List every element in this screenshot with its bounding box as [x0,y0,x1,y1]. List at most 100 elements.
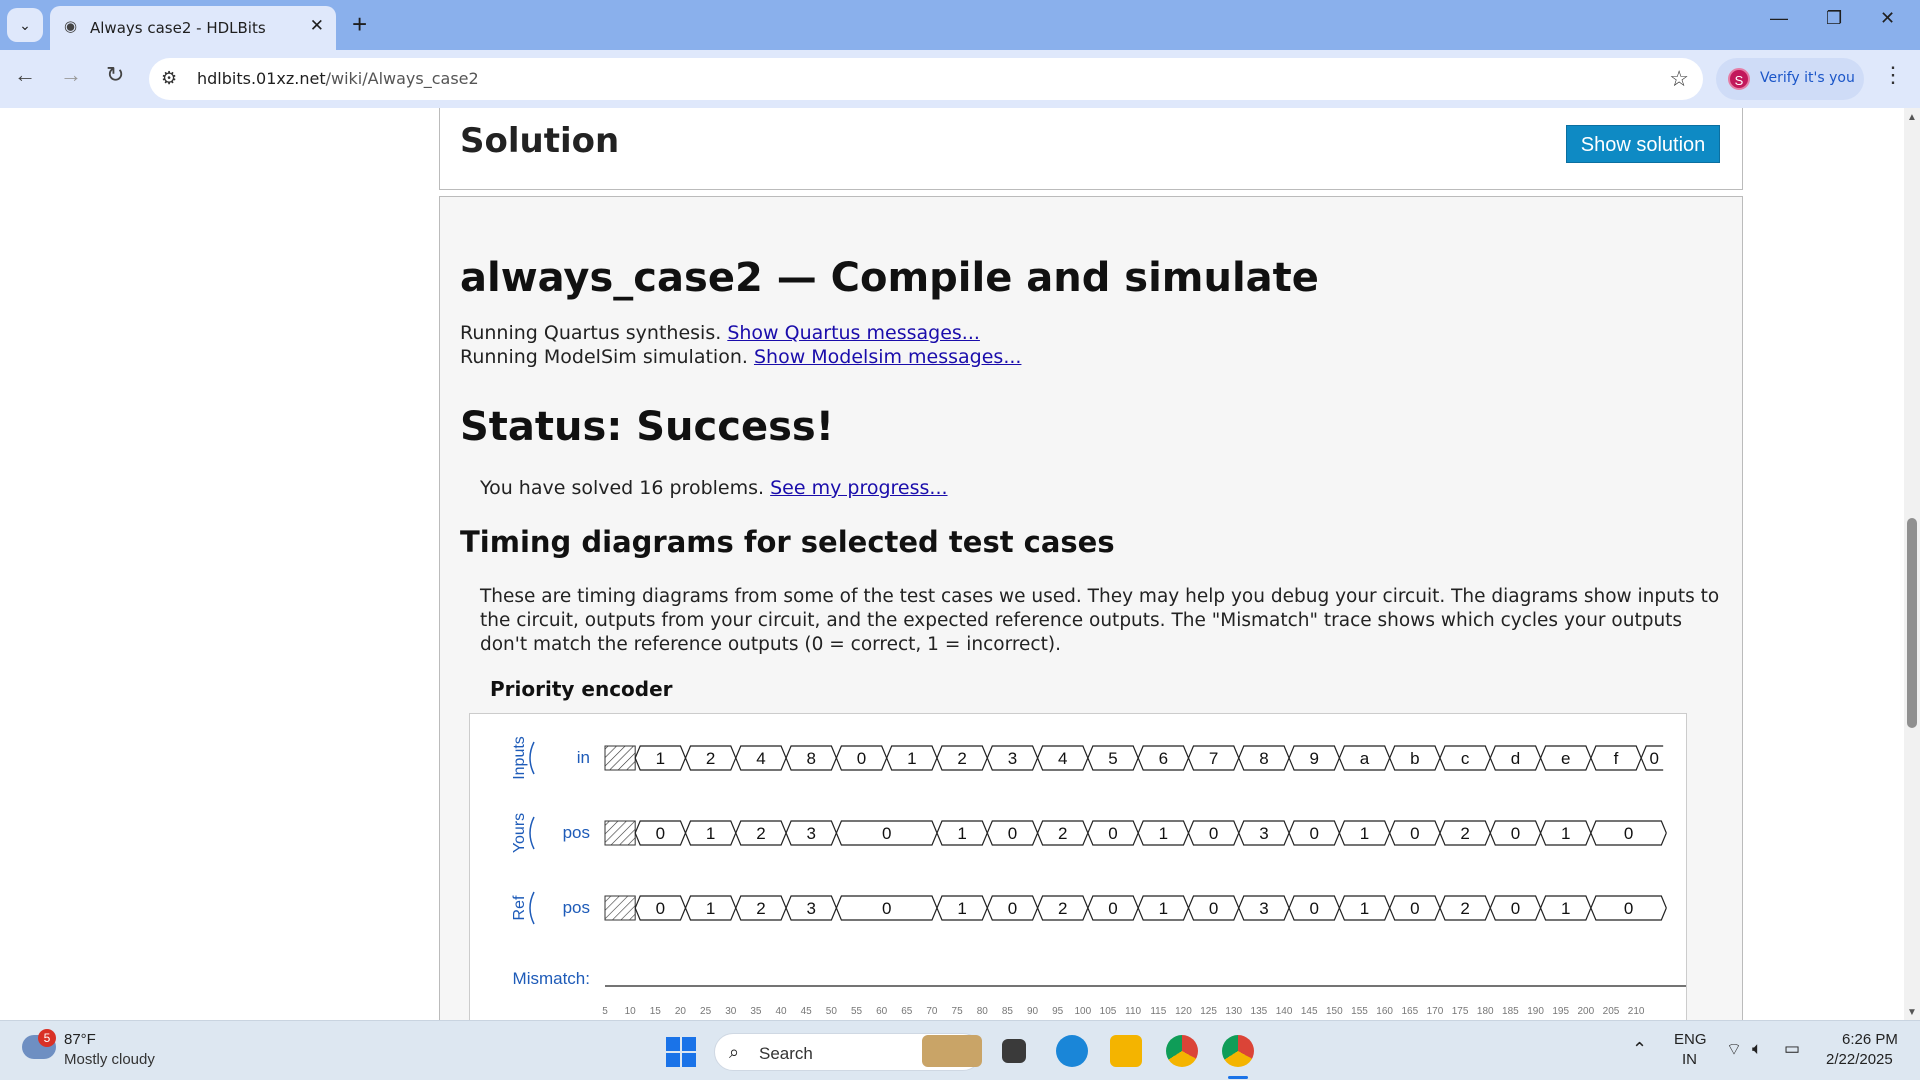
battery-icon[interactable]: ▭ [1784,1039,1800,1059]
time-tick-label: 210 [1628,1006,1645,1017]
waveform-value: e [1561,749,1570,768]
waveform-value: a [1360,749,1370,768]
edge-icon[interactable] [1056,1035,1088,1067]
time-tick-label: 200 [1578,1006,1595,1017]
time-tick-label: 155 [1351,1006,1368,1017]
waveform-value: 0 [1410,824,1419,843]
address-bar[interactable]: ⚙ hdlbits.01xz.net/wiki/Always_case2 ☆ [149,58,1703,100]
quartus-line: Running Quartus synthesis. Show Quartus … [460,322,980,344]
chevron-up-icon[interactable]: ⌃ [1632,1039,1647,1060]
weather-desc[interactable]: Mostly cloudy [64,1051,155,1068]
lang-bottom[interactable]: IN [1682,1051,1697,1068]
waveform-value: 3 [1008,749,1017,768]
timing-paragraph: These are timing diagrams from some of t… [480,586,1720,655]
forward-icon[interactable]: → [60,63,82,87]
waveform-value: 0 [656,899,665,918]
lang-top[interactable]: ENG [1674,1031,1707,1048]
time-tick-label: 185 [1502,1006,1519,1017]
waveform-value: 0 [1511,899,1520,918]
timing-svg: Inputs in 1 2 4 8 0 1 2 3 4 5 6 7 8 9 a b c d e f 0Yours pos 0 1 2… [511,736,1702,1017]
modelsim-link[interactable]: Show Modelsim messages... [754,346,1021,368]
time-tick-label: 100 [1075,1006,1092,1017]
time-tick-label: 150 [1326,1006,1343,1017]
restore-icon[interactable]: ❐ [1826,8,1842,29]
time-tick-label: 20 [675,1006,687,1017]
time-tick-label: 125 [1200,1006,1217,1017]
waveform-value: 2 [1058,899,1067,918]
waveform-value: 0 [1209,899,1218,918]
time-tick-label: 145 [1301,1006,1318,1017]
modelsim-text: Running ModelSim simulation. [460,346,748,368]
globe-icon: ◉ [64,18,78,35]
minimize-icon[interactable]: — [1770,8,1788,29]
time-tick-label: 170 [1427,1006,1444,1017]
waveform-value: 1 [957,899,966,918]
new-tab-button[interactable]: + [352,9,367,39]
close-icon[interactable]: ✕ [310,16,324,36]
url-host: hdlbits.01xz.net [197,69,326,88]
time-tick-label: 175 [1452,1006,1469,1017]
volume-icon[interactable]: 🔈︎ [1752,1039,1762,1059]
time-tick-label: 40 [775,1006,787,1017]
clock-date[interactable]: 2/22/2025 [1826,1051,1893,1068]
menu-icon[interactable]: ⋮ [1882,62,1904,88]
tab-active[interactable]: ◉ Always case2 - HDLBits ✕ [50,6,336,50]
waveform-value: d [1511,749,1520,768]
time-tick-label: 30 [725,1006,737,1017]
time-tick-label: 115 [1150,1006,1166,1017]
waveform-value: 2 [756,899,765,918]
reload-icon[interactable]: ↻ [106,63,124,87]
waveform-value: 9 [1309,749,1318,768]
waveform-value: 0 [1008,899,1017,918]
waveform-value: 1 [1159,899,1168,918]
tab-search-button[interactable]: ⌄ [7,8,43,42]
quartus-link[interactable]: Show Quartus messages... [727,322,980,344]
tab-title: Always case2 - HDLBits [90,19,266,37]
scroll-down-icon[interactable]: ▼ [1907,1007,1917,1018]
windows-start-icon[interactable] [666,1037,696,1067]
tab-strip: ⌄ ◉ Always case2 - HDLBits ✕ + — ❐ ✕ [0,0,1920,50]
weather-badge: 5 [38,1029,56,1047]
time-tick-label: 25 [700,1006,712,1017]
time-tick-label: 160 [1376,1006,1393,1017]
task-view-icon[interactable] [1002,1039,1026,1063]
waveform-value: 1 [907,749,916,768]
url-text[interactable]: hdlbits.01xz.net/wiki/Always_case2 [197,69,479,88]
wifi-icon[interactable]: ⌔ [1726,1039,1742,1060]
waveform-value: 7 [1209,749,1218,768]
waveform-value: 2 [706,749,715,768]
file-explorer-icon[interactable] [1110,1035,1142,1067]
solved-text: You have solved 16 problems. [480,477,765,499]
close-window-icon[interactable]: ✕ [1880,8,1895,29]
scroll-up-icon[interactable]: ▲ [1907,112,1917,123]
clock-time[interactable]: 6:26 PM [1842,1031,1898,1048]
timing-heading: Timing diagrams for selected test cases [460,525,1115,559]
taskbar-search-label: Search [759,1044,813,1063]
waveform-value: 2 [1460,899,1469,918]
widgets-icon[interactable] [922,1035,982,1067]
profile-button[interactable]: S Verify it's you [1716,58,1864,100]
time-tick-label: 205 [1603,1006,1620,1017]
waveform-value: 3 [806,899,815,918]
search-icon: ⌕ [729,1042,740,1062]
site-info-icon[interactable]: ⚙ [161,68,177,89]
group-label: Inputs [511,736,528,780]
url-path: /wiki/Always_case2 [325,69,479,88]
chrome-icon[interactable] [1166,1035,1198,1067]
progress-link[interactable]: See my progress... [770,477,947,499]
show-solution-button[interactable]: Show solution [1566,125,1720,163]
scrollbar-thumb[interactable] [1907,518,1917,728]
time-tick-label: 45 [801,1006,813,1017]
waveform-value: 3 [806,824,815,843]
chrome-profile-icon[interactable] [1222,1035,1254,1067]
waveform-value: 5 [1108,749,1117,768]
waveform-value: 0 [882,824,891,843]
weather-temp[interactable]: 87°F [64,1031,96,1048]
bookmark-star-icon[interactable]: ☆ [1669,66,1689,92]
waveform-value: 1 [1360,899,1369,918]
waveform-value: 0 [1624,824,1633,843]
vertical-scrollbar[interactable]: ▲ ▼ [1904,108,1920,1020]
waveform-value: 2 [1058,824,1067,843]
back-icon[interactable]: ← [14,63,36,87]
time-tick-label: 190 [1527,1006,1544,1017]
